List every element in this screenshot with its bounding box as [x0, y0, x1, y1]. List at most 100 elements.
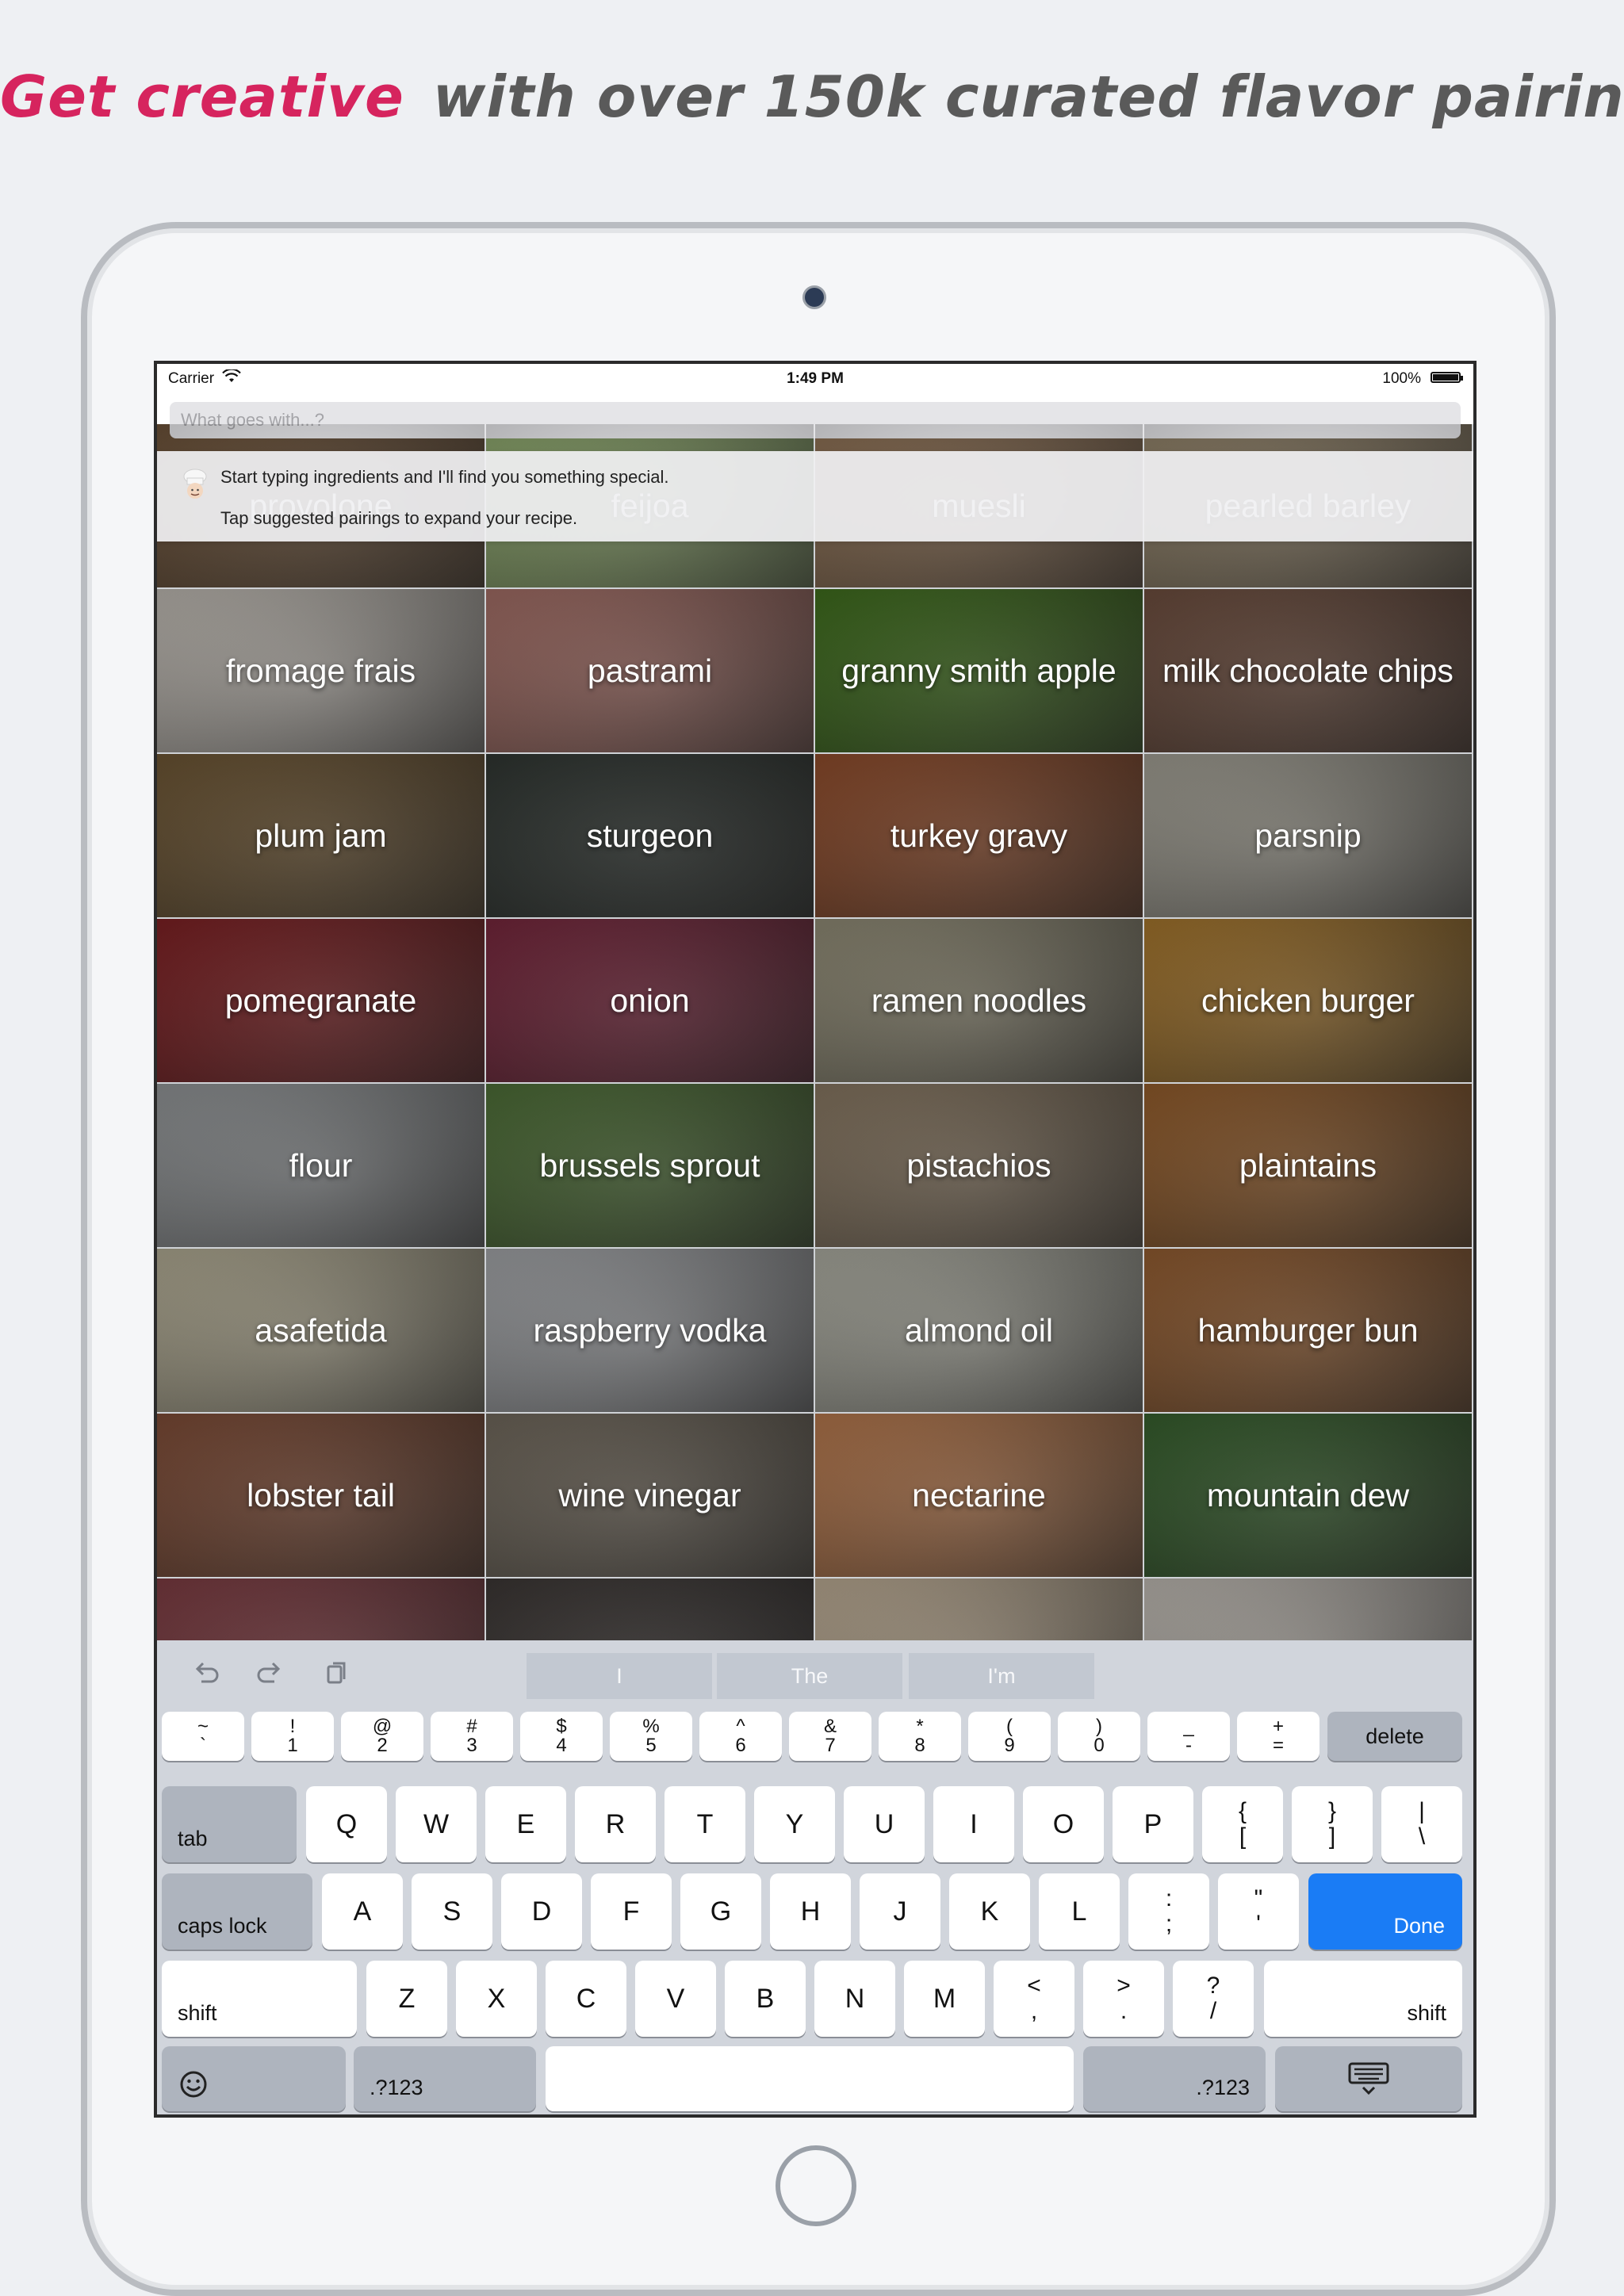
- shift-key-left[interactable]: shift: [162, 1961, 357, 2037]
- letter-key[interactable]: Q: [306, 1786, 387, 1862]
- pairing-tile[interactable]: almond oil: [815, 1249, 1143, 1412]
- letter-key[interactable]: V: [635, 1961, 716, 2037]
- shift-key-right[interactable]: shift: [1264, 1961, 1462, 2037]
- number-key[interactable]: ) 0: [1058, 1712, 1140, 1761]
- number-key[interactable]: * 8: [879, 1712, 961, 1761]
- number-key[interactable]: @2: [341, 1712, 423, 1761]
- symbol-key[interactable]: {[: [1202, 1786, 1283, 1862]
- letter-key[interactable]: O: [1023, 1786, 1104, 1862]
- hide-keyboard-key[interactable]: [1275, 2046, 1462, 2111]
- letter-key[interactable]: Y: [754, 1786, 835, 1862]
- pairing-tile[interactable]: pomegranate: [157, 919, 485, 1082]
- caps-lock-key[interactable]: caps lock: [162, 1873, 312, 1950]
- letter-key[interactable]: D: [501, 1873, 582, 1950]
- key-glyph-bottom: 2: [377, 1735, 388, 1756]
- pairing-tile-label: plum jam: [255, 817, 387, 854]
- pairing-tile[interactable]: plaintains: [1144, 1084, 1472, 1247]
- letter-key[interactable]: T: [665, 1786, 745, 1862]
- pairing-tile[interactable]: flour: [157, 1084, 485, 1247]
- letter-key[interactable]: M: [904, 1961, 985, 2037]
- pairing-tile[interactable]: ramen noodles: [815, 919, 1143, 1082]
- number-key[interactable]: & 7: [789, 1712, 871, 1761]
- pairing-tile-label: plaintains: [1239, 1147, 1377, 1184]
- pairing-tile[interactable]: fromage frais: [157, 589, 485, 752]
- pairing-tile[interactable]: chicken burger: [1144, 919, 1472, 1082]
- numbers-key-right[interactable]: .?123: [1083, 2046, 1266, 2111]
- pairing-tile[interactable]: sturgeon: [486, 754, 814, 917]
- status-bar: Carrier 1:49 PM 100%: [157, 364, 1473, 392]
- pairing-grid: provolonefeijoamueslipearled barleyfroma…: [157, 424, 1473, 1742]
- letter-key[interactable]: R: [575, 1786, 656, 1862]
- emoji-key[interactable]: [162, 2046, 346, 2111]
- symbol-key[interactable]: ? /: [1173, 1961, 1254, 2037]
- suggestion-3[interactable]: I'm: [909, 1653, 1094, 1699]
- letter-key[interactable]: S: [412, 1873, 492, 1950]
- number-key[interactable]: ! 1: [251, 1712, 334, 1761]
- tab-key[interactable]: tab: [162, 1786, 297, 1862]
- letter-key[interactable]: H: [770, 1873, 851, 1950]
- letter-key[interactable]: L: [1039, 1873, 1120, 1950]
- number-key[interactable]: % 5: [610, 1712, 692, 1761]
- letter-key[interactable]: W: [396, 1786, 477, 1862]
- letter-key[interactable]: E: [485, 1786, 566, 1862]
- pairing-tile[interactable]: turkey gravy: [815, 754, 1143, 917]
- letter-key[interactable]: P: [1113, 1786, 1193, 1862]
- home-button[interactable]: [776, 2145, 856, 2226]
- letter-key[interactable]: B: [725, 1961, 806, 2037]
- pairing-tile[interactable]: hamburger bun: [1144, 1249, 1472, 1412]
- number-key[interactable]: $4: [520, 1712, 603, 1761]
- undo-icon[interactable]: [190, 1659, 222, 1688]
- symbol-key[interactable]: | \: [1381, 1786, 1462, 1862]
- number-key[interactable]: + =: [1237, 1712, 1320, 1761]
- number-key[interactable]: ^ 6: [699, 1712, 782, 1761]
- pairing-tile[interactable]: wine vinegar: [486, 1414, 814, 1577]
- space-bar[interactable]: [546, 2046, 1074, 2111]
- number-key[interactable]: #3: [431, 1712, 513, 1761]
- pairing-tile[interactable]: raspberry vodka: [486, 1249, 814, 1412]
- pairing-tile[interactable]: mountain dew: [1144, 1414, 1472, 1577]
- pairing-tile[interactable]: pastrami: [486, 589, 814, 752]
- symbol-key[interactable]: <,: [994, 1961, 1074, 2037]
- letter-key[interactable]: C: [546, 1961, 626, 2037]
- delete-key[interactable]: delete: [1327, 1712, 1462, 1761]
- pairing-tile-label: sturgeon: [586, 817, 714, 854]
- number-key[interactable]: ~ `: [162, 1712, 244, 1761]
- symbol-key[interactable]: >.: [1083, 1961, 1164, 2037]
- pairing-tile-label: flour: [289, 1147, 353, 1184]
- letter-key[interactable]: G: [680, 1873, 761, 1950]
- letter-key[interactable]: A: [322, 1873, 403, 1950]
- letter-key[interactable]: N: [814, 1961, 895, 2037]
- symbol-key[interactable]: }]: [1292, 1786, 1373, 1862]
- numbers-key-left[interactable]: .?123: [354, 2046, 536, 2111]
- letter-key[interactable]: F: [591, 1873, 672, 1950]
- redo-icon[interactable]: [254, 1659, 285, 1688]
- pairing-tile-label: hamburger bun: [1197, 1312, 1419, 1349]
- pairing-tile[interactable]: nectarine: [815, 1414, 1143, 1577]
- letter-key[interactable]: X: [456, 1961, 537, 2037]
- letter-key[interactable]: Z: [366, 1961, 447, 2037]
- pairing-tile[interactable]: granny smith apple: [815, 589, 1143, 752]
- pairing-tile[interactable]: onion: [486, 919, 814, 1082]
- key-glyph-top: @: [372, 1716, 393, 1737]
- letter-key[interactable]: K: [949, 1873, 1030, 1950]
- pairing-tile-label: pastrami: [587, 652, 713, 689]
- paste-icon[interactable]: [320, 1659, 352, 1688]
- key-glyph-top: ?: [1206, 1973, 1220, 1999]
- pairing-tile[interactable]: brussels sprout: [486, 1084, 814, 1247]
- pairing-tile[interactable]: parsnip: [1144, 754, 1472, 917]
- pairing-tile[interactable]: plum jam: [157, 754, 485, 917]
- pairing-tile[interactable]: asafetida: [157, 1249, 485, 1412]
- letter-key[interactable]: U: [844, 1786, 925, 1862]
- letter-key[interactable]: I: [933, 1786, 1014, 1862]
- letter-key[interactable]: J: [860, 1873, 940, 1950]
- pairing-tile[interactable]: pistachios: [815, 1084, 1143, 1247]
- pairing-tile[interactable]: lobster tail: [157, 1414, 485, 1577]
- pairing-tile[interactable]: milk chocolate chips: [1144, 589, 1472, 752]
- number-key[interactable]: _ -: [1147, 1712, 1230, 1761]
- done-key[interactable]: Done: [1308, 1873, 1462, 1950]
- suggestion-2[interactable]: The: [717, 1653, 902, 1699]
- suggestion-1[interactable]: I: [527, 1653, 712, 1699]
- number-key[interactable]: (9: [968, 1712, 1051, 1761]
- symbol-key[interactable]: " ': [1218, 1873, 1299, 1950]
- symbol-key[interactable]: :;: [1128, 1873, 1209, 1950]
